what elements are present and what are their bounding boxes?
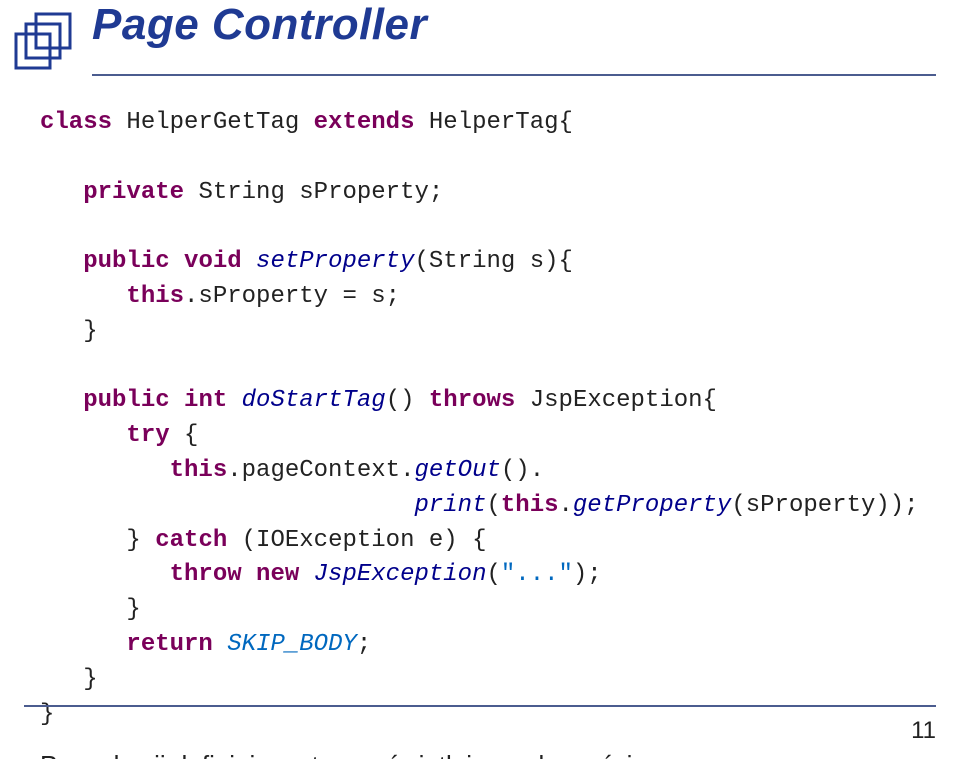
kw-this: this — [170, 457, 228, 484]
method-name: print — [414, 492, 486, 519]
divider-top — [92, 74, 936, 76]
kw-int: int — [170, 387, 228, 414]
kw-extends: extends — [314, 109, 415, 136]
code-text: () — [386, 387, 429, 414]
kw-throws: throws — [429, 387, 515, 414]
kw-public: public — [83, 248, 169, 275]
kw-catch: catch — [155, 527, 227, 554]
caption-text: Przy okazji definiujemy tag wyświetlając… — [40, 750, 920, 759]
brace: } — [83, 666, 97, 693]
method-name: doStartTag — [227, 387, 385, 414]
code-text: ( — [486, 561, 500, 588]
slide: Page Controller class HelperGetTag exten… — [0, 0, 960, 759]
kw-try: try — [126, 422, 169, 449]
method-name: getProperty — [573, 492, 731, 519]
code-text: (String s){ — [414, 248, 572, 275]
brace: } — [126, 596, 140, 623]
kw-class: class — [40, 109, 112, 136]
kw-new: new — [242, 561, 300, 588]
slide-title: Page Controller — [92, 0, 427, 50]
code-text: (IOException e) { — [227, 527, 486, 554]
brace: } — [83, 318, 97, 345]
kw-void: void — [170, 248, 242, 275]
code-text: . — [559, 492, 573, 519]
code-text: HelperGetTag — [112, 109, 314, 136]
code-text: HelperTag{ — [414, 109, 572, 136]
code-text: } — [126, 527, 155, 554]
constant: SKIP_BODY — [213, 631, 357, 658]
kw-throw: throw — [170, 561, 242, 588]
code-text: ); — [573, 561, 602, 588]
code-text: .pageContext. — [227, 457, 414, 484]
code-block: class HelperGetTag extends HelperTag{ pr… — [40, 106, 920, 732]
code-text: .sProperty = s; — [184, 283, 400, 310]
logo-icon — [12, 8, 82, 78]
divider-bottom — [24, 705, 936, 707]
method-name: JspException — [299, 561, 486, 588]
code-text: (). — [501, 457, 544, 484]
code-text: JspException{ — [515, 387, 717, 414]
kw-private: private — [83, 179, 184, 206]
code-text: String sProperty; — [184, 179, 443, 206]
code-text: (sProperty)); — [731, 492, 918, 519]
code-text: ( — [486, 492, 500, 519]
string-literal: "..." — [501, 561, 573, 588]
code-text: { — [170, 422, 199, 449]
kw-this: this — [126, 283, 184, 310]
content-area: class HelperGetTag extends HelperTag{ pr… — [40, 106, 920, 759]
kw-return: return — [126, 631, 212, 658]
method-name: getOut — [414, 457, 500, 484]
code-text: ; — [357, 631, 371, 658]
method-name: setProperty — [242, 248, 415, 275]
kw-this: this — [501, 492, 559, 519]
kw-public: public — [83, 387, 169, 414]
page-number: 11 — [911, 717, 936, 745]
